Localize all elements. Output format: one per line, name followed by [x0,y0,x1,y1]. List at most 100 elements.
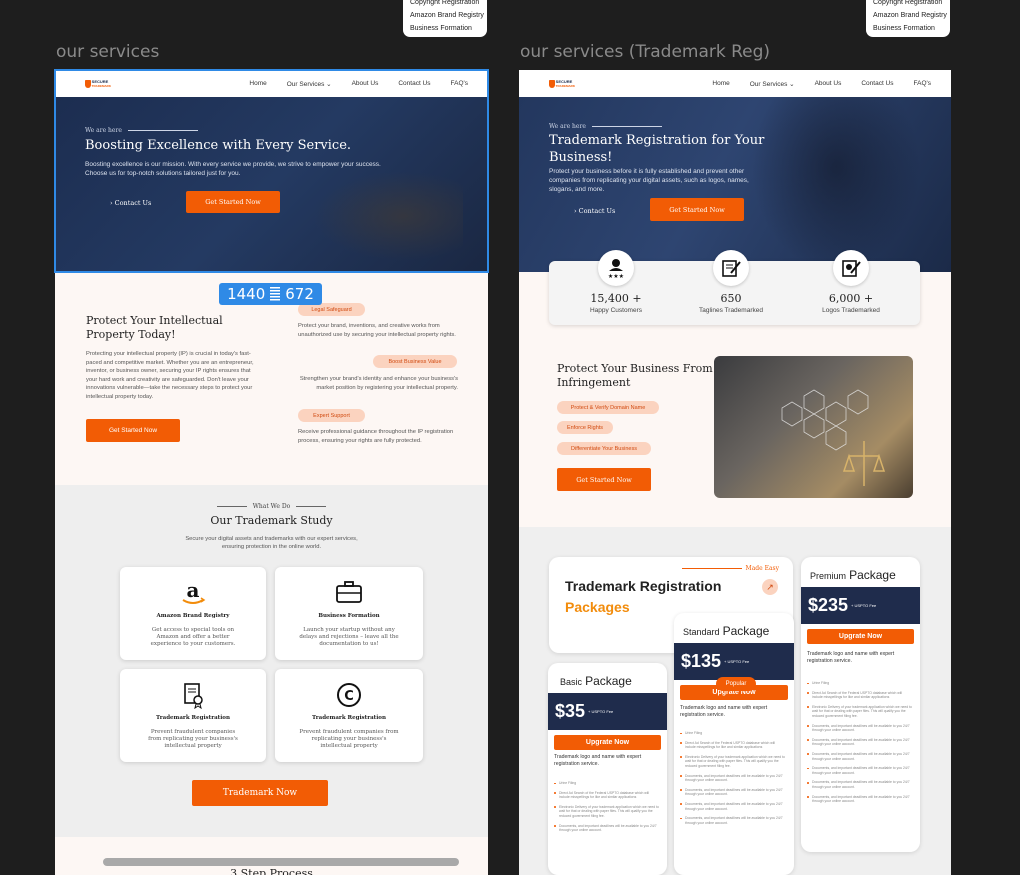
package-name-prefix: Premium [810,571,847,581]
divider [216,506,247,507]
dropdown-item[interactable]: Copyright Registration [873,0,943,9]
price-bar: $135 + USPTO Fee [674,643,794,680]
package-card-premium[interactable]: Premium Package $235 + USPTO Fee Upgrate … [801,557,920,852]
chevron-down-icon: ⌄ [789,80,795,88]
dimension-separator-icon [270,287,281,301]
nav-our-services-label: Our Services [749,80,788,88]
card-desc: Launch your startup without any delays a… [299,627,399,647]
study-tag-text: What We Do [252,503,291,510]
made-easy-tag: Made Easy [681,565,779,572]
nav-faqs[interactable]: FAQ's [914,80,932,88]
pill-enforce-rights: Enforce Rights [557,421,613,434]
pill-differentiate-business: Differentiate Your Business [557,442,651,455]
feature-item: Documents, and important deadlines will … [680,788,786,797]
stat-value: 6,000 + [828,292,874,305]
package-card-basic[interactable]: Basic Package $35 + USPTO Fee Upgrate Now… [548,663,667,875]
card-title: Amazon Brand Registry [156,613,230,619]
contact-us-link[interactable]: › Contact Us [574,207,615,215]
services-dropdown-right: Copyright Registration Amazon Brand Regi… [866,0,950,37]
study-subtitle: Secure your digital assets and trademark… [185,536,358,550]
nav-our-services[interactable]: Our Services ⌄ [750,80,795,88]
made-easy-text: Made Easy [745,565,779,572]
nav-about-us[interactable]: About Us [815,80,842,88]
nav-contact-us[interactable]: Contact Us [861,80,893,88]
feature-item: Electronic Delivery of your trademark ap… [554,805,659,819]
packages-title-line2: Packages [565,599,630,615]
tagline-icon [713,250,749,286]
stat-label: Logos Trademarked [822,307,880,314]
study-tag: What We Do [55,503,488,510]
service-card-business-formation[interactable]: Business Formation Launch your startup w… [275,567,423,660]
horizontal-scrollbar[interactable] [103,858,459,866]
pill-boost-business-value: Boost Business Value [373,355,457,368]
trademark-document-icon [120,681,266,709]
shield-logo-icon [549,79,555,88]
card-desc: Prevent fraudulent companies from replic… [299,729,399,749]
card-title: Trademark Registration [312,715,386,721]
package-name-prefix: Basic [560,677,583,687]
feature-text-legal: Protect your brand, inventions, and crea… [298,323,456,338]
next-section-title: 3 Step Process [230,867,313,875]
package-name: Premium Package [810,568,896,582]
upgrade-now-button[interactable]: Upgrate Now [554,735,661,750]
divider [681,568,742,569]
frame-label-right[interactable]: our services (Trademark Reg) [520,42,770,62]
card-title: Trademark Registration [156,715,230,721]
stat-taglines: 650 Taglines Trademarked [681,250,781,314]
feature-item: Direct Ad Search of the Federal USPTO da… [807,691,912,700]
package-card-standard[interactable]: Standard Package $135 + USPTO Fee Upgrate… [674,613,794,875]
feature-item: Documents, and important deadlines will … [680,774,786,783]
popular-badge: Popular [716,677,756,691]
frame-label-left[interactable]: our services [56,42,159,62]
divider [296,506,327,507]
hero-section: We are here Trademark Registration for Y… [519,97,951,272]
hero-subtitle: Protect your business before it is fully… [549,168,749,193]
service-card-copyright[interactable]: C Trademark Registration Prevent fraudul… [275,669,423,762]
card-desc: Get access to special tools on Amazon an… [150,627,236,647]
protect-get-started-button[interactable]: Get Started Now [86,419,180,442]
package-desc: Trademark logo and name with expert regi… [680,705,768,718]
service-card-amazon[interactable]: a Amazon Brand Registry Get access to sp… [120,567,266,660]
dropdown-item[interactable]: Business Formation [410,22,480,35]
size-badge-width: 1440 [227,285,266,303]
package-desc: Trademark logo and name with expert regi… [554,754,642,767]
get-started-button[interactable]: Get Started Now [650,198,744,221]
nav-home[interactable]: Home [712,80,729,88]
feature-item: Direct Ad Search of the Federal USPTO da… [554,791,659,800]
infringe-get-started-button[interactable]: Get Started Now [557,468,651,491]
hero-tag: We are here [549,123,662,130]
dropdown-item[interactable]: Copyright Registration [410,0,480,9]
stat-label: Happy Customers [589,307,643,314]
dropdown-item[interactable]: Amazon Brand Registry [873,9,947,22]
logo-subtext: TRADEMARK [555,83,575,88]
package-name: Standard Package [683,624,769,638]
logo-text: SECURE [555,78,573,84]
feature-item: Urine Filing [554,781,659,786]
study-section: What We Do Our Trademark Study Secure yo… [55,485,488,837]
amazon-icon: a [120,579,266,607]
service-card-trademark-registration[interactable]: Trademark Registration Prevent fraudulen… [120,669,266,762]
feature-text-boost: Strengthen your brand's identity and enh… [299,376,458,391]
protect-title: Protect Your Intellectual Property Today… [86,314,223,341]
customers-icon: ★★★ [598,250,634,286]
feature-text-expert: Receive professional guidance throughout… [298,429,454,444]
stat-logos: 6,000 + Logos Trademarked [801,250,901,314]
arrow-up-right-icon[interactable]: ↗ [762,579,778,595]
frame-trademark-reg[interactable]: SECURE TRADEMARK Home Our Services ⌄ Abou… [519,70,951,875]
logo-icon [833,250,869,286]
package-name-suffix: Package [849,568,896,582]
dropdown-item[interactable]: Business Formation [873,22,943,35]
stat-label: Taglines Trademarked [699,307,763,314]
svg-text:a: a [187,579,200,602]
logo[interactable]: SECURE TRADEMARK [549,77,575,91]
upgrade-now-button[interactable]: Upgrate Now [807,629,914,644]
dropdown-item[interactable]: Amazon Brand Registry [410,9,484,22]
hero-tag-text: We are here [549,123,586,130]
package-features: Urine Filing Direct Ad Search of the Fed… [554,781,659,838]
price-bar: $235 + USPTO Fee [801,587,920,624]
navbar: SECURE TRADEMARK Home Our Services ⌄ Abou… [519,70,951,97]
feature-item: Documents, and important deadlines will … [807,795,912,804]
selection-outline [54,69,489,273]
packages-title-line1: Trademark Registration [565,578,722,594]
trademark-now-button[interactable]: Trademark Now [192,780,328,806]
